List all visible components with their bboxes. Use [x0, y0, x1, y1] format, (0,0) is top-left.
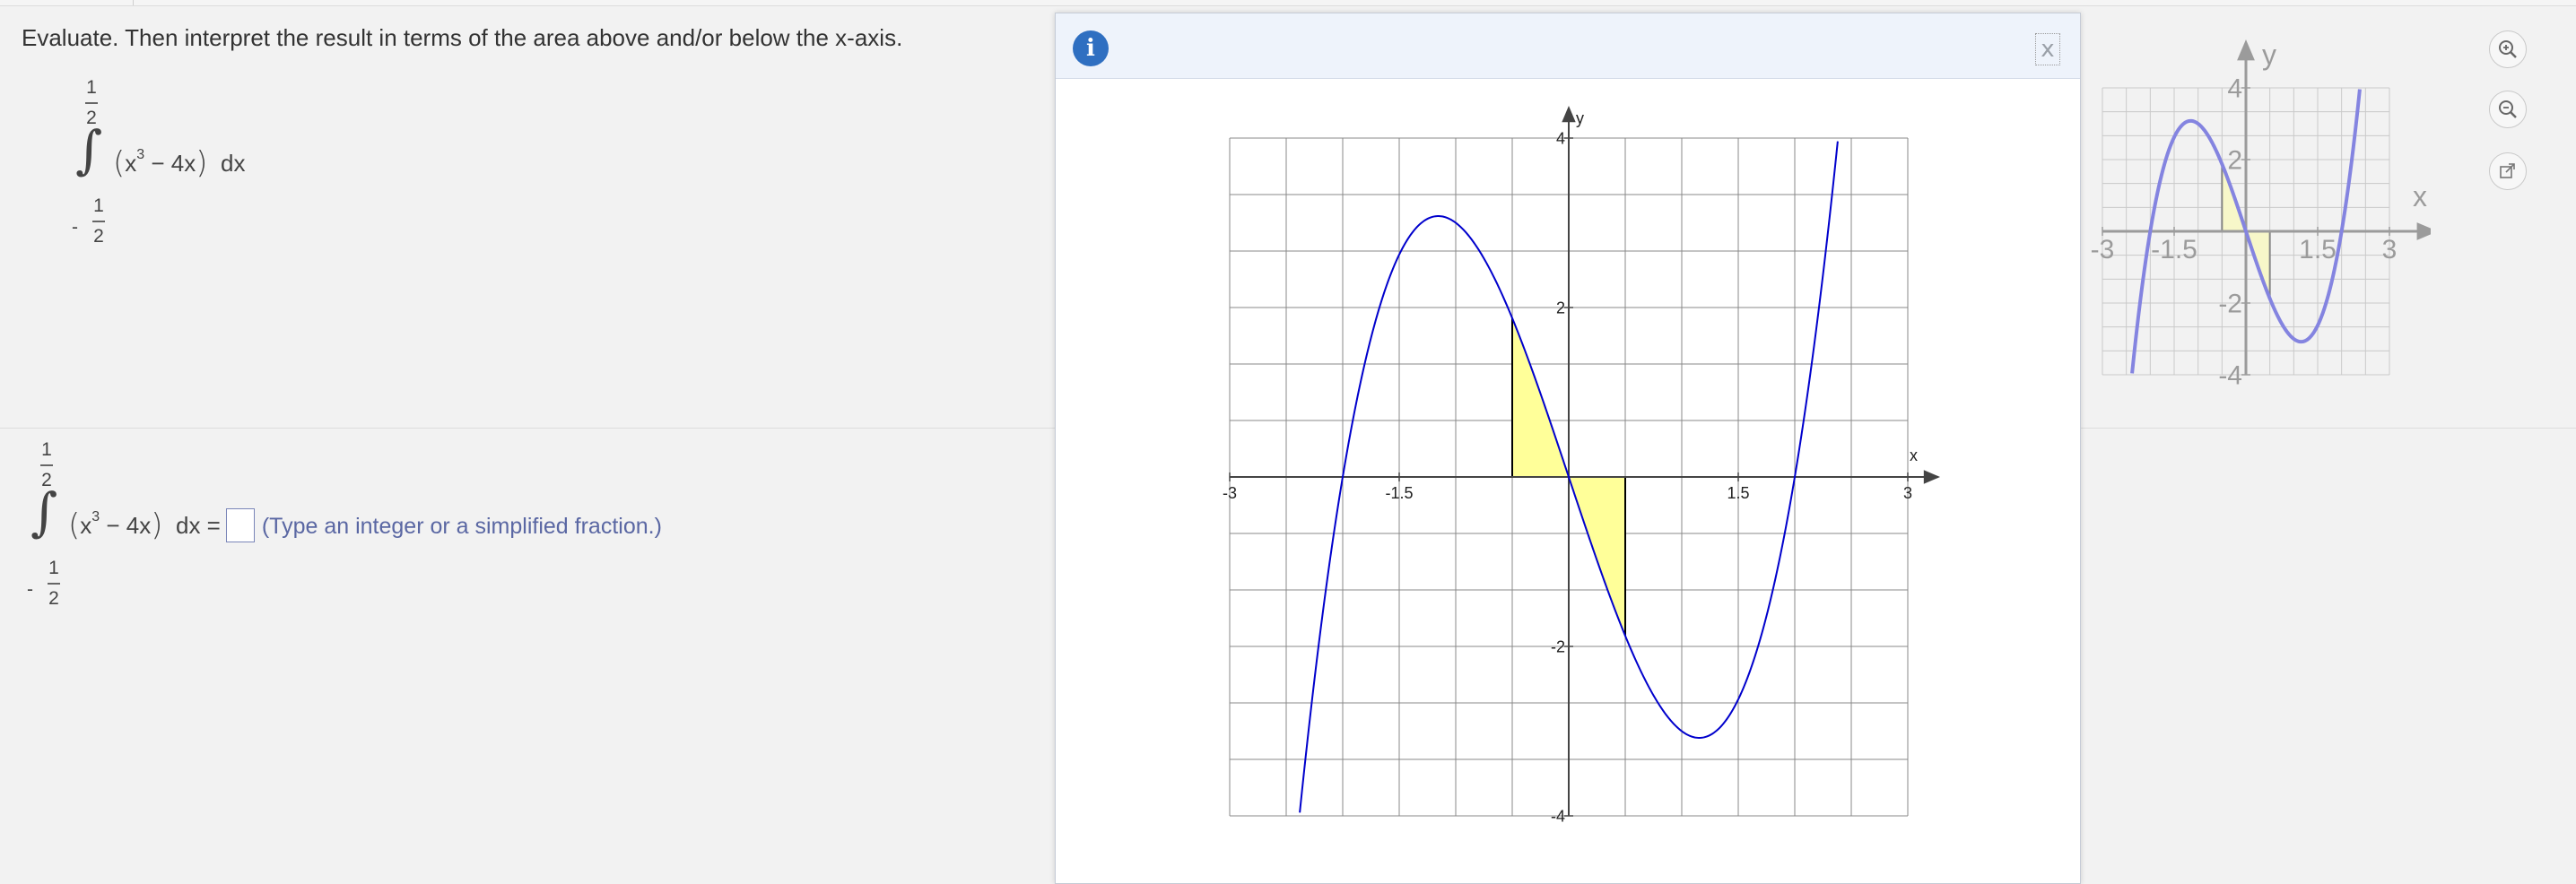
x-tick-label: 1.5 — [1727, 484, 1749, 502]
answer-input[interactable] — [225, 508, 255, 543]
answer-lower-denominator: 2 — [48, 587, 59, 609]
question-integral: 1 2 ∫ (x3 − 4x) dx - 1 2 — [63, 77, 296, 256]
integrand-exponent: 3 — [136, 147, 145, 163]
top-border — [0, 0, 2576, 6]
dialog-header: i x — [1056, 13, 2080, 79]
y-tick-label: 2 — [1556, 299, 1565, 316]
integrand-rest: − 4x — [144, 150, 196, 177]
x-axis-arrow — [2416, 222, 2431, 240]
lower-limit-numerator: 1 — [93, 195, 104, 216]
x-axis-label: x — [2413, 180, 2427, 212]
close-button[interactable]: x — [2035, 33, 2060, 65]
lower-limit-sign: - — [72, 217, 78, 238]
x-tick-label: -1.5 — [2151, 235, 2197, 264]
info-icon: i — [1073, 30, 1109, 66]
graph-group: x y -3 -1.5 1.5 3 4 2 -2 -4 — [1223, 106, 1940, 825]
section-divider-right — [2081, 428, 2576, 429]
y-tick-label: -2 — [2218, 290, 2242, 319]
answer-integrand-var: x — [80, 512, 92, 539]
x-tick-label: 1.5 — [2299, 235, 2337, 264]
zoom-in-icon — [2499, 40, 2517, 58]
y-tick-label: -2 — [1551, 637, 1565, 655]
upper-limit-numerator: 1 — [86, 77, 97, 98]
question-text: Evaluate. Then interpret the result in t… — [22, 24, 903, 51]
y-tick-label: 4 — [2227, 74, 2242, 104]
y-tick-label: -4 — [1551, 807, 1565, 825]
x-tick-label: -3 — [2091, 235, 2115, 264]
answer-lower-numerator: 1 — [48, 558, 59, 578]
answer-integral-sign: ∫ — [30, 481, 58, 542]
y-tick-label: 4 — [1556, 129, 1565, 147]
answer-upper-numerator: 1 — [41, 439, 52, 460]
x-tick-label: 3 — [2382, 235, 2398, 264]
zoom-in-button[interactable] — [2489, 30, 2527, 68]
answer-integrand-rest: − 4x — [100, 512, 152, 539]
answer-integrand-exponent: 3 — [91, 509, 100, 525]
integrand-var: x — [125, 150, 137, 177]
popout-icon — [2500, 163, 2515, 178]
x-axis-arrow — [1923, 470, 1940, 484]
answer-equals: dx = — [175, 512, 221, 539]
fraction-bar — [92, 221, 105, 222]
main-graph: x y -3 -1.5 1.5 3 4 2 -2 -4 — [1223, 106, 1940, 825]
x-tick-label: -1.5 — [1385, 484, 1413, 502]
answer-lower-limit: 1 2 — [36, 558, 72, 610]
y-axis-arrow — [1562, 106, 1576, 123]
lower-limit-denominator: 2 — [93, 225, 104, 247]
zoom-out-icon — [2499, 100, 2517, 118]
section-divider — [0, 428, 1055, 429]
lower-limit: 1 2 — [81, 195, 117, 247]
thumbnail-graph[interactable]: x y -3 -1.5 1.5 3 4 2 -2 -4 — [2081, 30, 2431, 398]
y-axis-arrow — [2237, 39, 2255, 61]
popout-button[interactable] — [2489, 152, 2527, 190]
answer-lower-sign: - — [27, 579, 33, 600]
y-tick-label: -4 — [2218, 361, 2242, 391]
top-divider-tick — [133, 0, 134, 5]
x-tick-label: 3 — [1903, 484, 1912, 502]
fraction-bar — [40, 464, 53, 466]
integrand: (x3 − 4x) dx — [113, 145, 246, 181]
y-tick-label: 2 — [2227, 146, 2242, 176]
answer-expression: (x3 − 4x) dx = (Type an integer or a simp… — [68, 507, 662, 543]
answer-integral: 1 2 ∫ (x3 − 4x) dx = (Type an integer or … — [20, 439, 827, 619]
fraction-bar — [48, 583, 60, 585]
integral-sign: ∫ — [75, 119, 103, 180]
x-axis-label: x — [1910, 446, 1918, 464]
y-axis-label: y — [1576, 109, 1584, 127]
zoom-out-button[interactable] — [2489, 91, 2527, 128]
y-axis-label: y — [2262, 39, 2276, 71]
graph-group: x y -3 -1.5 1.5 3 4 2 -2 -4 — [2091, 39, 2431, 391]
x-tick-label: -3 — [1223, 484, 1237, 502]
answer-hint: (Type an integer or a simplified fractio… — [261, 514, 662, 539]
graph-dialog: i x x y -3 -1.5 1.5 3 4 2 -2 -4 — [1055, 13, 2081, 884]
fraction-bar — [85, 102, 98, 104]
integrand-dx: dx — [220, 150, 246, 177]
